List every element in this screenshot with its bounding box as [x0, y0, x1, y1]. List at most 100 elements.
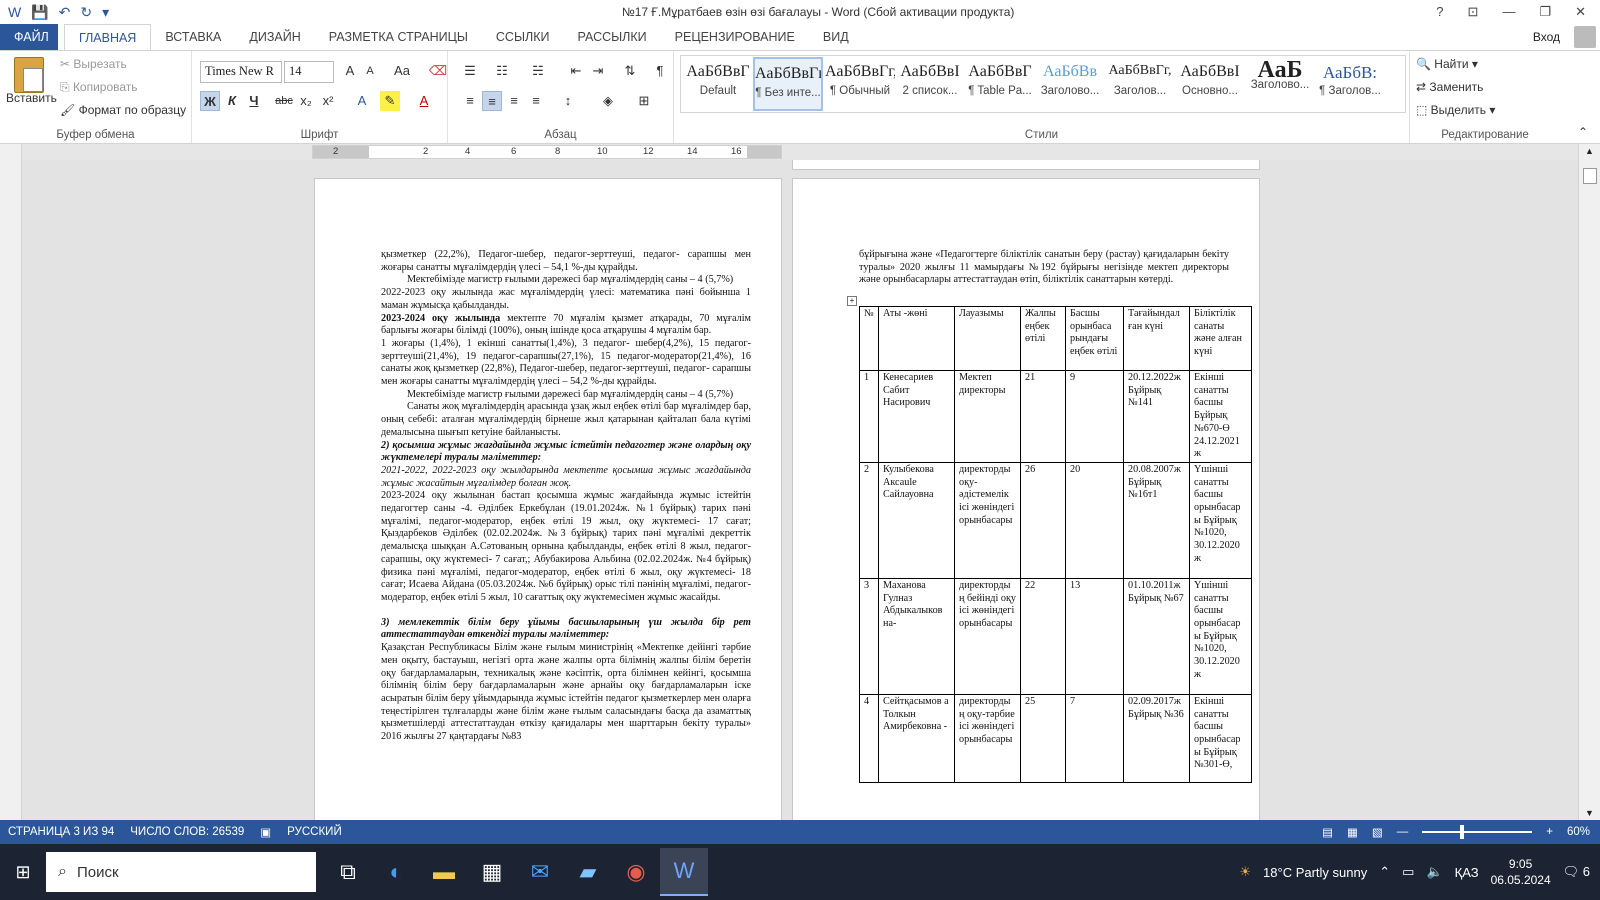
scrollbar-thumb[interactable] — [1583, 168, 1597, 184]
close-button[interactable]: ✕ — [1575, 4, 1586, 20]
style-title[interactable]: АаБ Заголово... — [1245, 57, 1315, 111]
task-view-icon[interactable]: ⧉ — [324, 848, 372, 896]
tab-view[interactable]: ВИД — [809, 24, 863, 50]
shading-icon[interactable]: ◈ — [598, 91, 618, 111]
tab-file[interactable]: ФАЙЛ — [0, 24, 58, 50]
horizontal-ruler[interactable]: 2 2 4 6 8 10 12 14 16 — [312, 145, 782, 159]
proofing-icon[interactable]: ▣ — [252, 825, 279, 839]
language-indicator[interactable]: РУССКИЙ — [279, 826, 350, 838]
borders-icon[interactable]: ⊞ — [634, 91, 654, 111]
vertical-scrollbar[interactable]: ▲ ▼ — [1578, 144, 1600, 820]
tab-mailings[interactable]: РАССЫЛКИ — [564, 24, 661, 50]
help-button[interactable]: ? — [1436, 4, 1443, 20]
format-painter-button[interactable]: 🖌 Формат по образцу — [60, 103, 186, 117]
zoom-in-button[interactable]: + — [1546, 826, 1553, 838]
maximize-button[interactable]: ❐ — [1539, 4, 1551, 20]
numbering-icon[interactable]: ☷ — [492, 61, 512, 81]
page-right[interactable]: бұйрығына және «Педагогтерге біліктілік … — [792, 178, 1260, 820]
edge-icon[interactable]: ◐ — [372, 848, 420, 896]
print-layout-icon[interactable]: ▦ — [1347, 825, 1358, 839]
tab-review[interactable]: РЕЦЕНЗИРОВАНИЕ — [661, 24, 809, 50]
collapse-ribbon-icon[interactable]: ⌃ — [1578, 125, 1588, 139]
style-normal[interactable]: АаБбВвГг, ¶ Обычный — [825, 57, 895, 111]
subscript-button[interactable]: x₂ — [296, 91, 316, 111]
align-right-icon[interactable]: ≡ — [504, 91, 524, 111]
font-color-icon[interactable]: A — [414, 91, 434, 111]
font-size-combo[interactable]: 14 — [284, 61, 334, 83]
zoom-out-button[interactable]: — — [1397, 826, 1409, 838]
style-body-text[interactable]: АаБбВвІ Основно... — [1175, 57, 1245, 111]
zoom-level[interactable]: 60% — [1567, 826, 1590, 838]
strikethrough-button[interactable]: abc — [274, 91, 294, 111]
highlight-icon[interactable]: ✎ — [380, 91, 400, 111]
find-button[interactable]: 🔍 Найти ▾ — [1416, 57, 1478, 71]
page-count[interactable]: СТРАНИЦА 3 ИЗ 94 — [0, 826, 122, 838]
justify-icon[interactable]: ≡ — [526, 91, 546, 111]
tab-home[interactable]: ГЛАВНАЯ — [64, 24, 152, 50]
volume-icon[interactable]: 🔈 — [1426, 864, 1442, 880]
show-marks-icon[interactable]: ¶ — [650, 61, 670, 81]
paste-icon[interactable] — [14, 57, 44, 93]
network-icon[interactable]: ▭ — [1402, 864, 1414, 880]
read-mode-icon[interactable]: ▤ — [1322, 825, 1333, 839]
align-left-icon[interactable]: ≡ — [460, 91, 480, 111]
app-icon[interactable]: ▰ — [564, 848, 612, 896]
style-heading-1[interactable]: АаБбВв Заголово... — [1035, 57, 1105, 111]
file-explorer-icon[interactable]: ▬ — [420, 848, 468, 896]
text-effects-icon[interactable]: A — [352, 91, 372, 111]
page-left-text[interactable]: қызметкер (22,2%), Педагог-шебер, педаго… — [381, 249, 751, 744]
word-taskbar-icon[interactable]: W — [660, 848, 708, 896]
shrink-font-button[interactable]: A — [360, 61, 380, 81]
bullets-icon[interactable]: ☰ — [460, 61, 480, 81]
copy-button[interactable]: ⎘ Копировать — [60, 80, 138, 95]
tab-insert[interactable]: ВСТАВКА — [151, 24, 235, 50]
change-case-button[interactable]: Aa — [388, 61, 416, 81]
tab-references[interactable]: ССЫЛКИ — [482, 24, 564, 50]
multilevel-list-icon[interactable]: ☵ — [528, 61, 548, 81]
sort-icon[interactable]: ⇅ — [620, 61, 640, 81]
page-right-intro[interactable]: бұйрығына және «Педагогтерге біліктілік … — [859, 249, 1229, 287]
weather-icon[interactable]: ☀ — [1239, 864, 1251, 880]
increase-indent-icon[interactable]: ⇥ — [588, 61, 608, 81]
notifications-icon[interactable]: 🗨 6 — [1563, 864, 1590, 880]
style-default[interactable]: АаБбВвГ Default — [683, 57, 753, 111]
bold-button[interactable]: Ж — [200, 91, 220, 111]
page-left[interactable]: қызметкер (22,2%), Педагог-шебер, педаго… — [314, 178, 782, 820]
style-heading-3[interactable]: АаБбВ: ¶ Заголов... — [1315, 57, 1385, 111]
input-language[interactable]: ҚАЗ — [1455, 865, 1479, 880]
table-move-handle-icon[interactable]: + — [847, 296, 857, 306]
line-spacing-icon[interactable]: ↕ — [558, 91, 578, 111]
taskbar-search[interactable]: ⌕ Поиск — [46, 852, 316, 892]
style-list-2[interactable]: АаБбВвІ 2 список... — [895, 57, 965, 111]
store-icon[interactable]: ▦ — [468, 848, 516, 896]
superscript-button[interactable]: x² — [318, 91, 338, 111]
document-area[interactable]: қызметкер (22,2%), Педагог-шебер, педаго… — [22, 160, 1578, 820]
scroll-up-icon[interactable]: ▲ — [1585, 146, 1594, 156]
grow-font-button[interactable]: A — [340, 61, 360, 81]
style-heading-2[interactable]: АаБбВвГг, Заголов... — [1105, 57, 1175, 111]
paste-button[interactable]: Вставить — [6, 91, 57, 105]
undo-icon[interactable]: ↶ — [59, 4, 71, 21]
redo-icon[interactable]: ↻ — [80, 4, 92, 21]
ribbon-display-icon[interactable]: ⊡ — [1468, 4, 1479, 20]
windows-start-icon[interactable]: ⊞ — [0, 862, 46, 883]
mail-icon[interactable]: ✉ — [516, 848, 564, 896]
chrome-icon[interactable]: ◉ — [612, 848, 660, 896]
align-center-icon[interactable]: ≡ — [482, 91, 502, 111]
style-no-spacing[interactable]: АаБбВвГг, ¶ Без инте... — [753, 57, 823, 111]
word-count[interactable]: ЧИСЛО СЛОВ: 26539 — [122, 826, 252, 838]
replace-button[interactable]: ⇄ Заменить — [1416, 80, 1483, 94]
scroll-down-icon[interactable]: ▼ — [1585, 808, 1594, 818]
zoom-slider[interactable] — [1422, 825, 1533, 839]
cut-button[interactable]: ✂ Вырезать — [60, 57, 127, 71]
underline-button[interactable]: Ч — [244, 91, 264, 111]
select-button[interactable]: ⬚ Выделить ▾ — [1416, 103, 1495, 117]
clear-formatting-icon[interactable]: ⌫ — [428, 61, 448, 81]
customize-qat-icon[interactable]: ▾ — [102, 4, 109, 21]
weather-text[interactable]: 18°C Partly sunny — [1263, 865, 1367, 880]
save-icon[interactable]: 💾 — [31, 4, 48, 21]
tray-chevron-icon[interactable]: ⌃ — [1379, 864, 1390, 880]
minimize-button[interactable]: — — [1502, 4, 1515, 20]
tab-design[interactable]: ДИЗАЙН — [235, 24, 314, 50]
leaders-table[interactable]: № Аты -жөні Лауазымы Жалпы еңбек өтілі Б… — [859, 306, 1252, 783]
